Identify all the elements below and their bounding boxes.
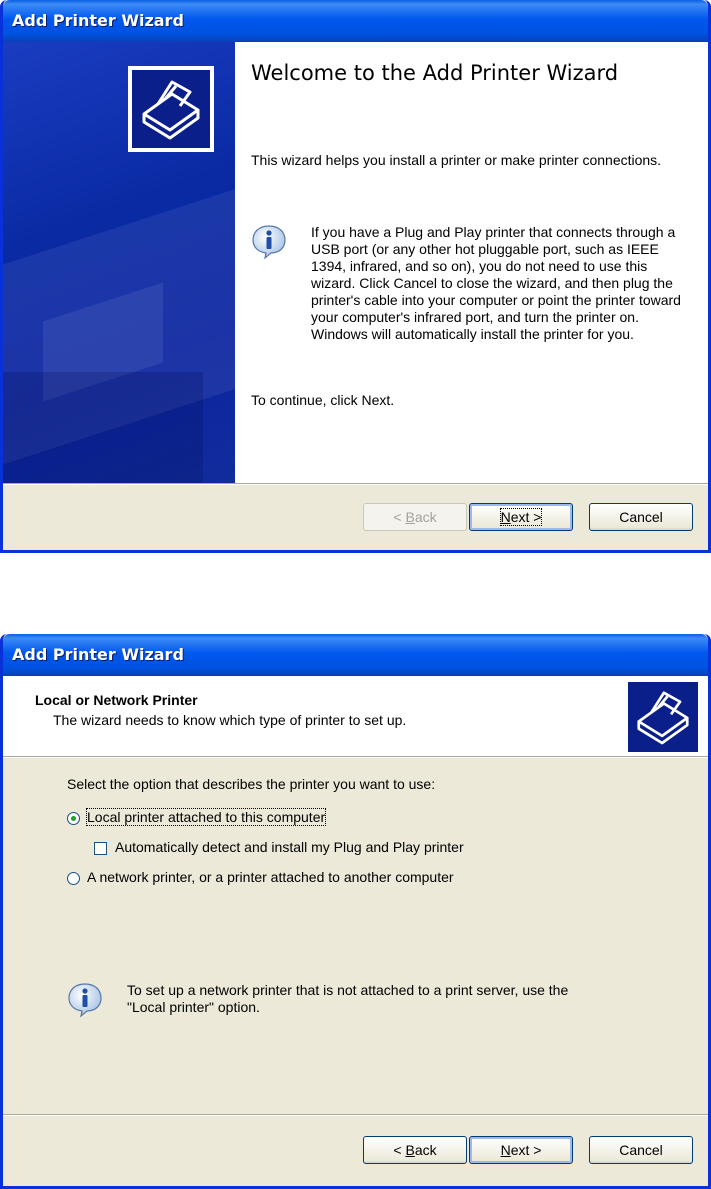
header-divider <box>3 756 708 758</box>
wizard-header: Local or Network Printer The wizard need… <box>3 676 708 756</box>
add-printer-wizard-local-network-window: Add Printer Wizard Local or Network Prin… <box>0 634 711 1189</box>
continue-text: To continue, click Next. <box>251 392 395 408</box>
window-title: Add Printer Wizard <box>12 11 184 30</box>
network-printer-radio[interactable] <box>67 872 80 885</box>
next-button[interactable]: Next > <box>469 503 573 531</box>
window-title: Add Printer Wizard <box>12 645 184 664</box>
back-button[interactable]: < Back <box>363 1136 467 1164</box>
next-button[interactable]: Next > <box>469 1136 573 1164</box>
local-printer-label[interactable]: Local printer attached to this computer <box>85 808 327 826</box>
cancel-button[interactable]: Cancel <box>589 1136 693 1164</box>
cancel-button[interactable]: Cancel <box>589 503 693 531</box>
auto-detect-label[interactable]: Automatically detect and install my Plug… <box>115 839 464 855</box>
printer-wizard-icon <box>128 66 214 152</box>
info-text: To set up a network printer that is not … <box>127 982 569 1015</box>
printer-wizard-icon <box>628 682 698 752</box>
info-icon <box>252 225 286 260</box>
info-text: If you have a Plug and Play printer that… <box>311 224 681 342</box>
welcome-heading: Welcome to the Add Printer Wizard <box>251 61 619 85</box>
auto-detect-checkbox[interactable] <box>94 842 107 855</box>
intro-text: This wizard helps you install a printer … <box>251 152 662 168</box>
welcome-content: Welcome to the Add Printer Wizard This w… <box>235 42 708 483</box>
title-bar[interactable]: Add Printer Wizard <box>3 634 708 676</box>
divider <box>3 483 708 485</box>
network-printer-label[interactable]: A network printer, or a printer attached… <box>87 869 454 885</box>
title-bar[interactable]: Add Printer Wizard <box>3 0 708 42</box>
info-icon <box>68 983 102 1018</box>
option-prompt: Select the option that describes the pri… <box>67 776 436 792</box>
back-button[interactable]: < Back <box>363 503 467 531</box>
add-printer-wizard-welcome-window: Add Printer Wizard Welcome to the Add Pr… <box>0 0 711 553</box>
divider <box>3 1114 708 1116</box>
local-printer-radio[interactable] <box>67 812 80 825</box>
page-subtitle: The wizard needs to know which type of p… <box>53 712 407 728</box>
page-title: Local or Network Printer <box>35 692 198 708</box>
